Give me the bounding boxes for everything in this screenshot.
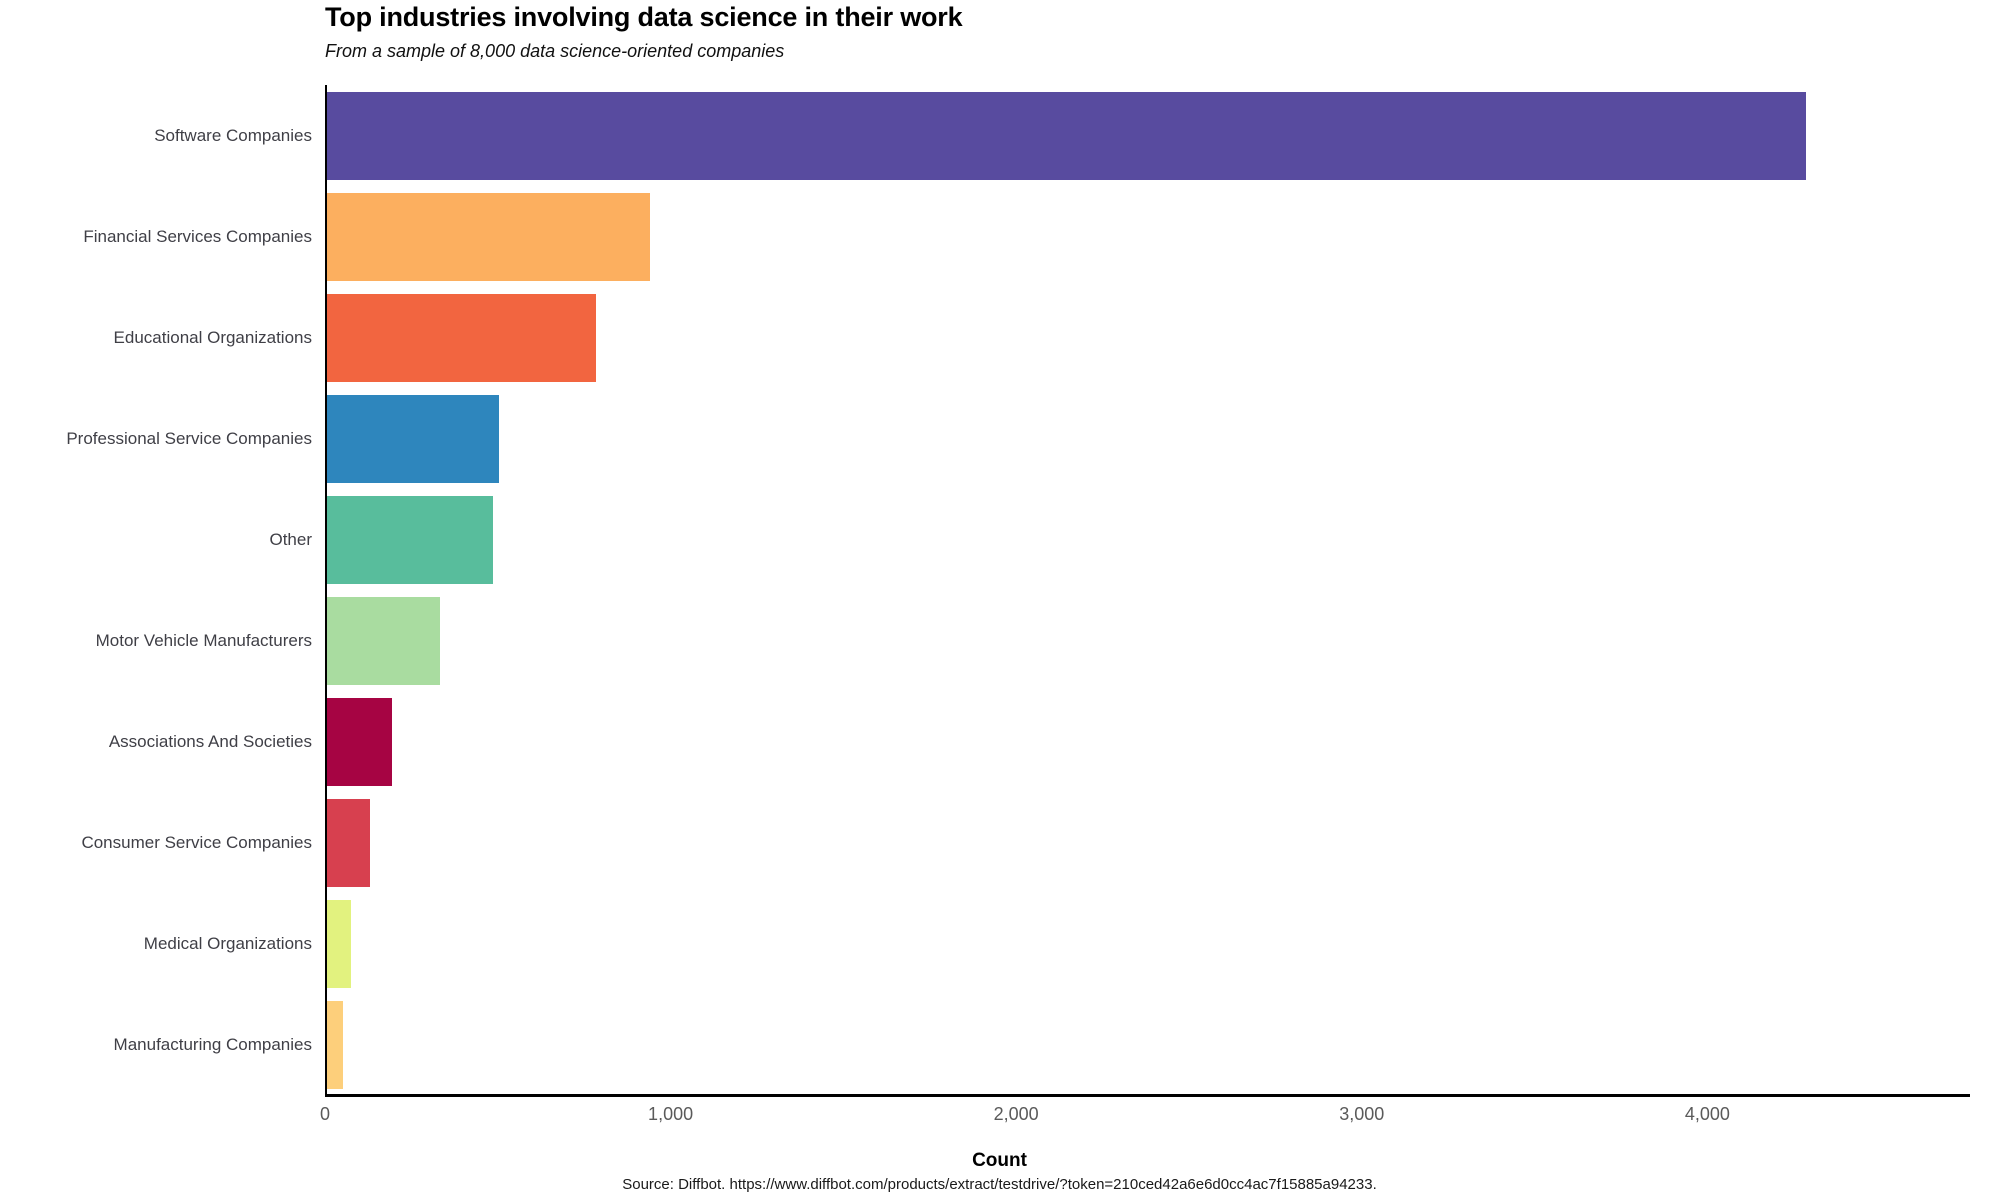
chart-subtitle: From a sample of 8,000 data science-orie… <box>325 41 785 61</box>
bar-row <box>325 792 1970 893</box>
bar <box>327 1000 343 1089</box>
y-tick-label: Software Companies <box>154 125 312 145</box>
bar-row <box>325 994 1970 1095</box>
plot-area <box>325 85 1970 1095</box>
bar-row <box>325 287 1970 388</box>
x-axis-title: Count <box>972 1150 1027 1171</box>
bar <box>327 596 440 685</box>
x-tick-label: 3,000 <box>1339 1104 1385 1124</box>
bar-row <box>325 691 1970 792</box>
bar-row <box>325 85 1970 186</box>
x-tick-label: 4,000 <box>1684 1104 1730 1124</box>
bar-row <box>325 186 1970 287</box>
y-tick-label: Other <box>269 529 312 549</box>
bar <box>327 394 499 483</box>
x-tick-label: 0 <box>319 1104 331 1124</box>
y-tick-label: Consumer Service Companies <box>81 832 312 852</box>
x-tick-label: 2,000 <box>993 1104 1039 1124</box>
page-title: Top industries involving data science in… <box>325 2 963 32</box>
bar <box>327 697 392 786</box>
bar-row <box>325 590 1970 691</box>
bar <box>327 91 1807 180</box>
source-caption: Source: Diffbot. https://www.diffbot.com… <box>622 1176 1377 1193</box>
y-tick-label: Motor Vehicle Manufacturers <box>95 630 312 650</box>
y-tick-label: Medical Organizations <box>143 933 312 953</box>
x-tick-label: 1,000 <box>648 1104 694 1124</box>
bar <box>327 495 493 584</box>
title-block: Top industries involving data science in… <box>325 2 1925 62</box>
x-axis-line <box>325 1094 1970 1097</box>
chart-page: Top industries involving data science in… <box>0 0 1999 1200</box>
bar-row <box>325 893 1970 994</box>
y-tick-label: Professional Service Companies <box>66 428 312 448</box>
bar <box>327 798 370 887</box>
bar <box>327 899 352 988</box>
y-tick-label: Associations And Societies <box>108 731 312 751</box>
y-tick-label: Educational Organizations <box>113 327 312 347</box>
bar-row <box>325 489 1970 590</box>
y-tick-label: Manufacturing Companies <box>113 1034 312 1054</box>
bar <box>327 192 650 281</box>
bar-row <box>325 388 1970 489</box>
y-tick-label: Financial Services Companies <box>83 226 312 246</box>
bar <box>327 293 596 382</box>
